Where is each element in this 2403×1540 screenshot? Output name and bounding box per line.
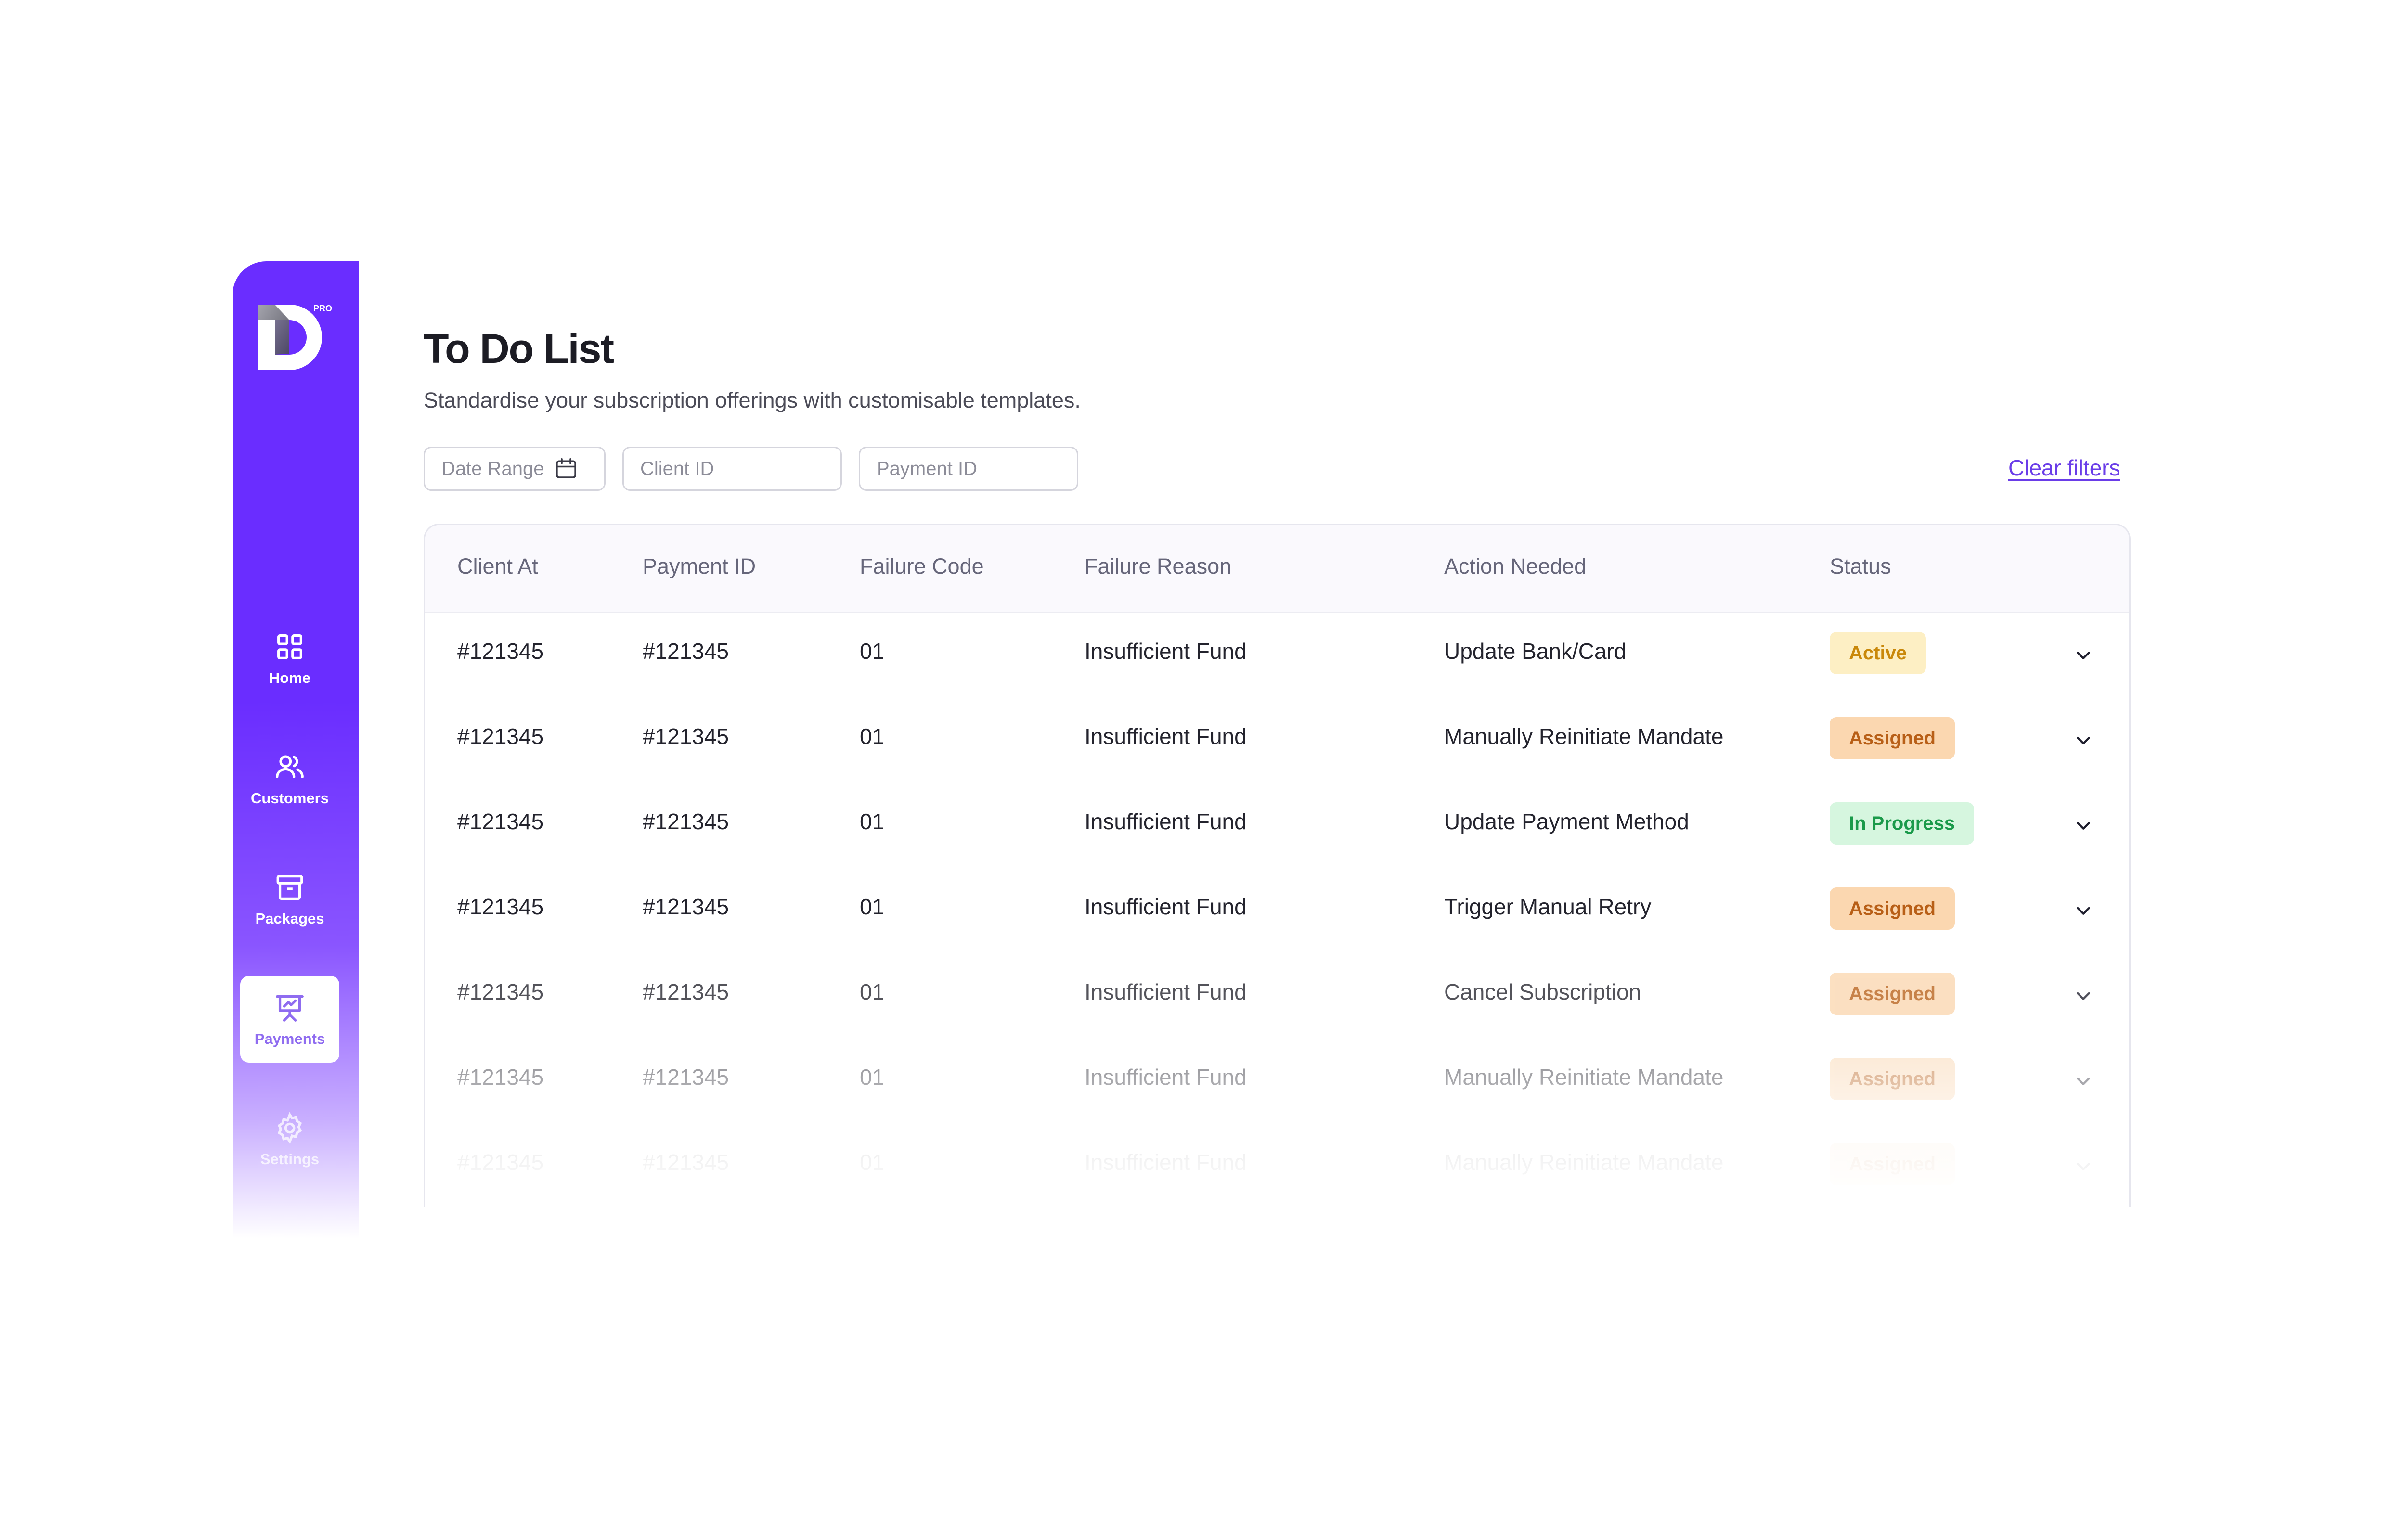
sidebar-item-home[interactable]: Home <box>240 615 339 702</box>
cell-failure-reason: Insufficient Fund <box>1085 809 1247 834</box>
cell-failure-code: 01 <box>860 1150 885 1175</box>
cell-payment-id: #121345 <box>643 639 729 664</box>
cell-client-at: #121345 <box>457 1065 544 1090</box>
cell-action-needed: Update Bank/Card <box>1444 639 1627 664</box>
users-icon <box>276 755 304 779</box>
cell-failure-reason: Insufficient Fund <box>1085 724 1247 749</box>
cell-failure-code: 01 <box>860 979 885 1004</box>
table-row[interactable]: #121345 #121345 01 Insufficient Fund Update … <box>425 612 2129 697</box>
date-range-filter[interactable] <box>424 447 606 491</box>
column-header-payment-id[interactable]: Payment ID <box>643 554 756 579</box>
cell-action-needed: Manually Reinitiate Mandate <box>1444 1150 1724 1175</box>
cell-action-needed: Trigger Manual Retry <box>1444 894 1652 919</box>
chevron-down-icon[interactable] <box>2074 986 2093 1005</box>
archive-box-icon <box>276 875 303 900</box>
cell-payment-id: #121345 <box>643 809 729 834</box>
status-badge: In Progress <box>1830 802 1975 845</box>
clear-filters-link[interactable]: Clear filters <box>2008 455 2120 481</box>
cell-failure-reason: Insufficient Fund <box>1085 979 1247 1004</box>
sidebar-item-payments[interactable]: Payments <box>240 976 339 1063</box>
cell-client-at: #121345 <box>457 724 544 749</box>
page-title: To Do List <box>424 326 614 372</box>
table-header: Client At Payment ID Failure Code Failur… <box>425 525 2129 613</box>
cell-action-needed: Manually Reinitiate Mandate <box>1444 724 1724 749</box>
client-id-input[interactable] <box>639 457 825 480</box>
cell-client-at: #121345 <box>457 809 544 834</box>
table-row[interactable]: #121345 #121345 01 Insufficient Fund Manuall… <box>425 1038 2129 1123</box>
status-badge: Assigned <box>1830 717 1955 759</box>
calendar-icon <box>556 458 576 478</box>
sidebar: PRO Home Customers Packages Payments Set… <box>233 261 359 1238</box>
cell-failure-reason: Insufficient Fund <box>1085 1065 1247 1090</box>
logo-pro-badge: PRO <box>313 304 333 313</box>
cell-action-needed: Update Payment Method <box>1444 809 1689 834</box>
table-row[interactable]: #121345 #121345 01 Insufficient Fund Trigger… <box>425 867 2129 952</box>
cell-payment-id: #121345 <box>643 724 729 749</box>
page-subtitle: Standardise your subscription offerings … <box>424 388 1081 412</box>
cell-payment-id: #121345 <box>643 1150 729 1175</box>
cell-client-at: #121345 <box>457 979 544 1004</box>
status-badge: Assigned <box>1830 1058 1955 1100</box>
client-id-filter[interactable] <box>622 447 842 491</box>
sidebar-item-settings[interactable]: Settings <box>240 1096 339 1183</box>
presentation-chart-icon <box>276 995 304 1022</box>
column-header-failure-code[interactable]: Failure Code <box>860 554 984 579</box>
cell-failure-code: 01 <box>860 1065 885 1090</box>
cell-client-at: #121345 <box>457 894 544 919</box>
cell-failure-code: 01 <box>860 894 885 919</box>
cell-action-needed: Manually Reinitiate Mandate <box>1444 1065 1724 1090</box>
column-header-failure-reason[interactable]: Failure Reason <box>1085 554 1231 579</box>
status-badge: Assigned <box>1830 887 1955 930</box>
cell-action-needed: Cancel Subscription <box>1444 979 1641 1004</box>
sidebar-item-label: Settings <box>260 1151 320 1168</box>
todo-table: Client At Payment ID Failure Code Failur… <box>424 524 2131 1207</box>
cell-failure-reason: Insufficient Fund <box>1085 639 1247 664</box>
chevron-down-icon[interactable] <box>2074 1071 2093 1091</box>
gear-icon <box>277 1112 302 1144</box>
cell-payment-id: #121345 <box>643 894 729 919</box>
payment-id-input[interactable] <box>876 457 1061 480</box>
sidebar-item-label: Payments <box>254 1030 325 1047</box>
cell-client-at: #121345 <box>457 1150 544 1175</box>
chevron-down-icon[interactable] <box>2074 731 2093 750</box>
column-header-status[interactable]: Status <box>1830 554 1891 579</box>
table-row[interactable]: #121345 #121345 01 Insufficient Fund Manuall… <box>425 1123 2129 1207</box>
table-row[interactable]: #121345 #121345 01 Insufficient Fund Update … <box>425 782 2129 867</box>
column-header-action-needed[interactable]: Action Needed <box>1444 554 1586 579</box>
chevron-down-icon[interactable] <box>2074 816 2093 835</box>
sidebar-item-customers[interactable]: Customers <box>240 735 339 822</box>
status-badge: Assigned <box>1830 1143 1955 1185</box>
status-badge: Active <box>1830 632 1926 674</box>
cell-failure-code: 01 <box>860 809 885 834</box>
table-row[interactable]: #121345 #121345 01 Insufficient Fund Manuall… <box>425 697 2129 782</box>
table-row[interactable]: #121345 #121345 01 Insufficient Fund Cancel … <box>425 952 2129 1038</box>
cell-payment-id: #121345 <box>643 1065 729 1090</box>
sidebar-item-label: Customers <box>251 790 329 807</box>
grid-icon <box>277 634 302 659</box>
cell-payment-id: #121345 <box>643 979 729 1004</box>
sidebar-item-packages[interactable]: Packages <box>240 856 339 942</box>
cell-failure-code: 01 <box>860 724 885 749</box>
cell-client-at: #121345 <box>457 639 544 664</box>
column-header-client-at[interactable]: Client At <box>457 554 538 579</box>
sidebar-item-label: Home <box>269 669 311 686</box>
payment-id-filter[interactable] <box>859 447 1078 491</box>
sidebar-item-label: Packages <box>255 910 324 927</box>
date-range-input[interactable] <box>440 457 553 480</box>
chevron-down-icon[interactable] <box>2074 901 2093 920</box>
chevron-down-icon[interactable] <box>2074 1156 2093 1176</box>
cell-failure-reason: Insufficient Fund <box>1085 894 1247 919</box>
cell-failure-reason: Insufficient Fund <box>1085 1150 1247 1175</box>
cell-failure-code: 01 <box>860 639 885 664</box>
status-badge: Assigned <box>1830 973 1955 1015</box>
chevron-down-icon[interactable] <box>2074 645 2093 665</box>
